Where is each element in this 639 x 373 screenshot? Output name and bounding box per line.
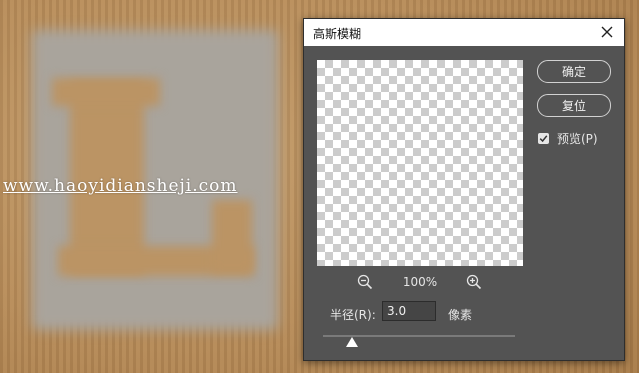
blurred-letter-serif-right xyxy=(212,200,252,272)
zoom-level: 100% xyxy=(402,275,438,289)
close-icon xyxy=(601,26,613,38)
blurred-letter-serif-top xyxy=(52,78,160,106)
dialog-title: 高斯模糊 xyxy=(313,27,362,41)
zoom-in-icon[interactable] xyxy=(466,274,482,290)
gaussian-blur-dialog: 高斯模糊 100% 半径(R): 像素 确定 复位 xyxy=(303,18,625,361)
watermark-text: www.haoyidiansheji.com xyxy=(3,176,238,196)
radius-slider-thumb[interactable] xyxy=(345,337,358,347)
radius-input[interactable] xyxy=(382,301,436,321)
ok-button[interactable]: 确定 xyxy=(537,60,611,83)
zoom-controls: 100% xyxy=(317,273,523,293)
preview-label: 预览(P) xyxy=(557,132,598,146)
preview-checkbox[interactable] xyxy=(538,133,549,144)
pixels-unit-label: 像素 xyxy=(448,308,473,322)
reset-button[interactable]: 复位 xyxy=(537,94,611,117)
dialog-titlebar[interactable]: 高斯模糊 xyxy=(304,19,624,46)
blur-preview-area[interactable] xyxy=(317,60,523,266)
close-button[interactable] xyxy=(598,23,616,41)
checkmark-icon xyxy=(539,135,548,143)
radius-label: 半径(R): xyxy=(330,308,376,322)
preview-toggle[interactable]: 预览(P) xyxy=(538,130,598,147)
